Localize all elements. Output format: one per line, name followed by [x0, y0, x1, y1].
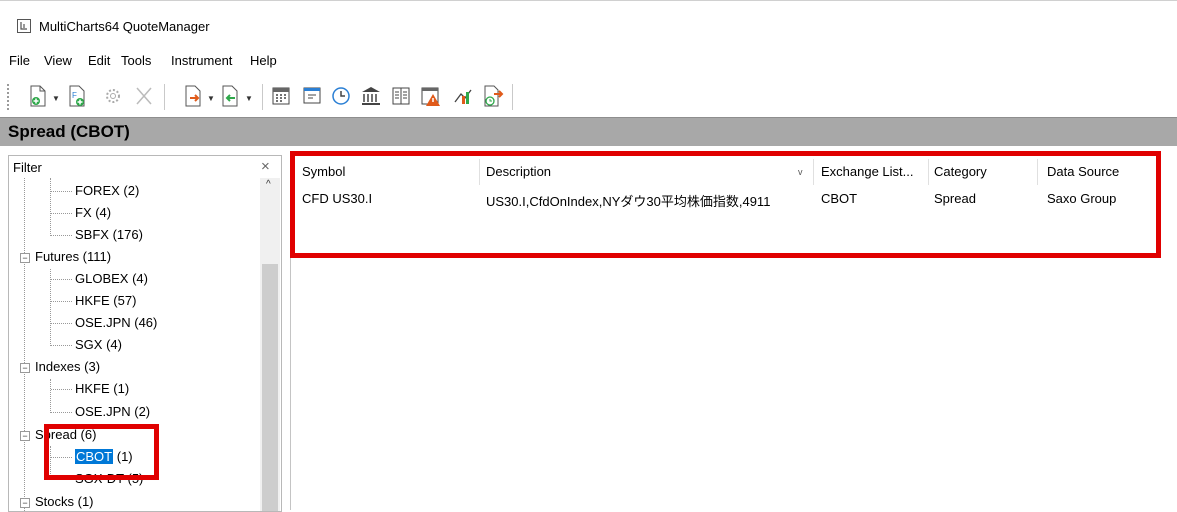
- tree-guide-line: [50, 269, 51, 346]
- chevron-down-icon[interactable]: ▼: [245, 94, 253, 103]
- collapse-icon[interactable]: −: [20, 363, 30, 373]
- toolbar: ▼ F ▼ ▼: [0, 78, 1177, 114]
- tree-item-indexes-ose-jpn[interactable]: OSE.JPN (2): [75, 404, 150, 419]
- export-icon[interactable]: [219, 84, 241, 108]
- tree-item-globex[interactable]: GLOBEX (4): [75, 271, 148, 286]
- tree-guide-line: [51, 301, 72, 302]
- column-header-symbol[interactable]: Symbol: [302, 164, 345, 179]
- delete-icon[interactable]: [133, 84, 155, 108]
- column-separator[interactable]: [1037, 159, 1038, 185]
- menu-view[interactable]: View: [44, 53, 72, 68]
- tree-item-indexes[interactable]: Indexes (3): [35, 359, 100, 374]
- import-icon[interactable]: [182, 84, 204, 108]
- chevron-down-icon[interactable]: ▼: [207, 94, 215, 103]
- tree-guide-line: [51, 235, 72, 236]
- section-header-bar: Spread (CBOT): [0, 117, 1177, 146]
- cell-symbol: CFD US30.I: [302, 191, 373, 206]
- menu-instrument[interactable]: Instrument: [171, 53, 232, 68]
- chevron-down-icon[interactable]: ▼: [52, 94, 60, 103]
- tree-guide-line: [51, 389, 72, 390]
- app-icon: [17, 19, 31, 33]
- chevron-down-icon[interactable]: v: [798, 167, 803, 177]
- tree-guide-line: [50, 446, 51, 480]
- tree-item-indexes-hkfe[interactable]: HKFE (1): [75, 381, 129, 396]
- tree-item-fx[interactable]: FX (4): [75, 205, 111, 220]
- vertical-scrollbar[interactable]: ^: [260, 178, 280, 511]
- column-header-exchange-list[interactable]: Exchange List...: [821, 164, 914, 179]
- tree-guide-line: [50, 379, 51, 413]
- expand-icon[interactable]: −: [20, 498, 30, 508]
- tree-guide-line: [51, 213, 72, 214]
- session-window-icon[interactable]: [301, 84, 323, 108]
- tree-item-spread-cbot[interactable]: CBOT (1): [75, 449, 133, 464]
- tree-item-spread[interactable]: Spread (6): [35, 427, 96, 442]
- clock-icon[interactable]: [330, 84, 352, 108]
- tree-item-sbfx[interactable]: SBFX (176): [75, 227, 143, 242]
- filter-label: Filter: [13, 160, 42, 175]
- new-file-icon[interactable]: [27, 84, 49, 108]
- tree-guide-line: [51, 412, 72, 413]
- new-instrument-icon[interactable]: F: [66, 84, 88, 108]
- tree-item-spread-sgx-dt[interactable]: SGX-DT (5): [75, 471, 143, 486]
- menu-tools[interactable]: Tools: [121, 53, 151, 68]
- column-header-description[interactable]: Description: [486, 164, 551, 179]
- cell-data-source: Saxo Group: [1047, 191, 1117, 206]
- tree-guide-line: [24, 178, 25, 511]
- count-label: (1): [116, 449, 133, 464]
- toolbar-grip[interactable]: [7, 84, 9, 110]
- book-icon[interactable]: [390, 84, 412, 108]
- schedule-export-icon[interactable]: [482, 84, 504, 108]
- selected-label: CBOT: [75, 449, 114, 464]
- tree-guide-line: [51, 457, 72, 458]
- column-separator[interactable]: [479, 159, 480, 185]
- cell-category: Spread: [934, 191, 976, 206]
- chevron-up-icon[interactable]: ^: [266, 179, 271, 190]
- scrollbar-thumb[interactable]: [262, 264, 278, 511]
- tree-guide-line: [51, 345, 72, 346]
- tree-item-stocks[interactable]: Stocks (1): [35, 494, 94, 509]
- toolbar-separator: [262, 84, 263, 110]
- instrument-table: Symbol Description v Exchange List... Ca…: [290, 155, 1177, 510]
- menu-help[interactable]: Help: [250, 53, 277, 68]
- filter-panel: Filter × ^ FOREX (2) FX (4) SBFX (176) −…: [8, 155, 282, 512]
- svg-text:F: F: [72, 91, 77, 100]
- column-separator[interactable]: [813, 159, 814, 185]
- page-title: Spread (CBOT): [8, 122, 130, 141]
- collapse-icon[interactable]: −: [20, 431, 30, 441]
- cell-description: US30.I,CfdOnIndex,NYダウ30平均株価指数,4911: [486, 194, 771, 209]
- tree-guide-line: [51, 191, 72, 192]
- collapse-icon[interactable]: −: [20, 253, 30, 263]
- tree-guide-line: [51, 479, 72, 480]
- title-bar: MultiCharts64 QuoteManager: [0, 0, 1177, 45]
- tree-item-ose-jpn[interactable]: OSE.JPN (46): [75, 315, 157, 330]
- window-title: MultiCharts64 QuoteManager: [39, 19, 210, 34]
- toolbar-separator: [164, 84, 165, 110]
- tree-guide-line: [50, 178, 51, 236]
- tree-item-forex[interactable]: FOREX (2): [75, 183, 139, 198]
- column-header-category[interactable]: Category: [934, 164, 987, 179]
- exchange-building-icon[interactable]: [360, 84, 382, 108]
- menu-file[interactable]: File: [9, 53, 30, 68]
- chart-edit-icon[interactable]: [452, 84, 474, 108]
- menu-bar: File View Edit Tools Instrument Help: [0, 53, 1177, 73]
- tree-item-sgx[interactable]: SGX (4): [75, 337, 122, 352]
- tree-guide-line: [51, 279, 72, 280]
- column-separator[interactable]: [928, 159, 929, 185]
- tree-item-futures[interactable]: Futures (111): [35, 249, 111, 264]
- calendar-icon[interactable]: [270, 84, 292, 108]
- tree-guide-line: [51, 323, 72, 324]
- cell-exchange-list: CBOT: [821, 191, 858, 206]
- close-icon[interactable]: ×: [261, 158, 270, 175]
- column-header-data-source[interactable]: Data Source: [1047, 164, 1119, 179]
- settings-gear-icon[interactable]: [102, 84, 124, 108]
- tree-item-hkfe[interactable]: HKFE (57): [75, 293, 136, 308]
- menu-edit[interactable]: Edit: [88, 53, 110, 68]
- toolbar-separator: [512, 84, 513, 110]
- calendar-alert-icon[interactable]: [420, 84, 442, 108]
